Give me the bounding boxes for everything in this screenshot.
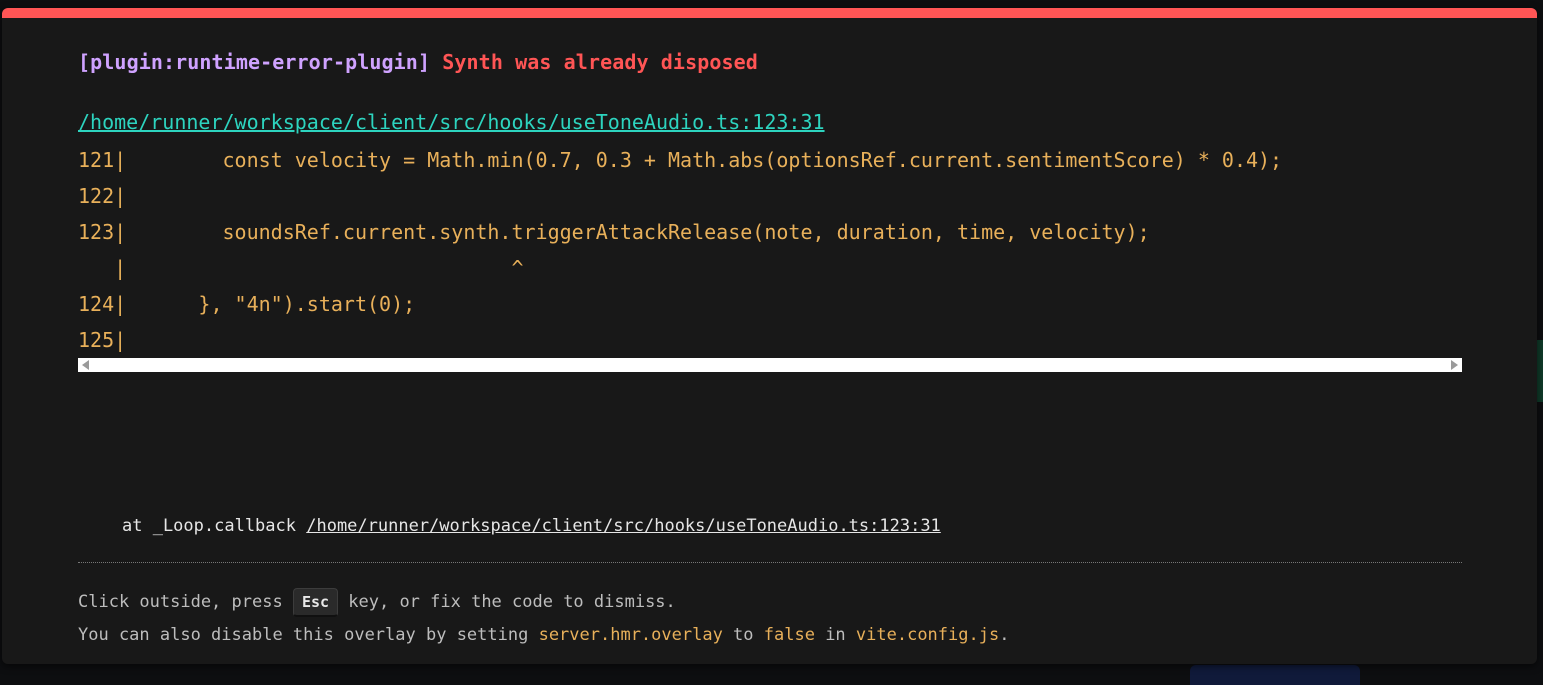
stack-location-link[interactable]: /home/runner/workspace/client/src/hooks/…: [306, 516, 941, 536]
error-overlay: [plugin:runtime-error-plugin] Synth was …: [2, 8, 1537, 664]
scroll-left-arrow-icon[interactable]: [82, 360, 89, 370]
backdrop-button-edge: [1190, 665, 1360, 685]
error-file-link[interactable]: /home/runner/workspace/client/src/hooks/…: [78, 110, 825, 134]
error-message: [plugin:runtime-error-plugin] Synth was …: [78, 50, 758, 74]
stack-prefix: at _Loop.callback: [122, 516, 307, 536]
code-line-121: 121| const velocity = Math.min(0.7, 0.3 …: [78, 148, 1283, 172]
code-line-124: 124| }, "4n").start(0);: [78, 292, 416, 316]
code-caret-line: | ^: [78, 256, 524, 280]
tip2-text-to: to: [722, 625, 764, 645]
tip2-text-before: You can also disable this overlay by set…: [78, 625, 539, 645]
code-line-122: 122|: [78, 184, 127, 208]
error-text: Synth was already disposed: [442, 50, 758, 74]
plugin-name: [plugin:runtime-error-plugin]: [78, 50, 431, 74]
tip2-text-end: .: [999, 625, 1010, 645]
tip-text-before-key: Click outside, press: [78, 592, 293, 612]
overlay-setting-value: false: [763, 625, 815, 645]
code-line-123: 123| soundsRef.current.synth.triggerAtta…: [78, 220, 1150, 244]
tip-text-after-key: key, or fix the code to dismiss.: [338, 592, 676, 612]
config-file-name: vite.config.js: [855, 625, 1000, 645]
scroll-right-arrow-icon[interactable]: [1451, 360, 1458, 370]
disable-overlay-tip: You can also disable this overlay by set…: [78, 623, 1009, 647]
tip-divider: [78, 562, 1462, 563]
stack-trace: at _Loop.callback /home/runner/workspace…: [122, 516, 941, 536]
code-frame[interactable]: 121| const velocity = Math.min(0.7, 0.3 …: [78, 142, 1462, 372]
code-line-125: 125|: [78, 328, 127, 352]
esc-key-badge: Esc: [292, 587, 339, 617]
code-frame-scrollbar[interactable]: [78, 358, 1462, 372]
overlay-setting-name: server.hmr.overlay: [538, 625, 723, 645]
dismiss-tip: Click outside, press Esc key, or fix the…: [78, 584, 676, 620]
tip2-text-in: in: [814, 625, 856, 645]
